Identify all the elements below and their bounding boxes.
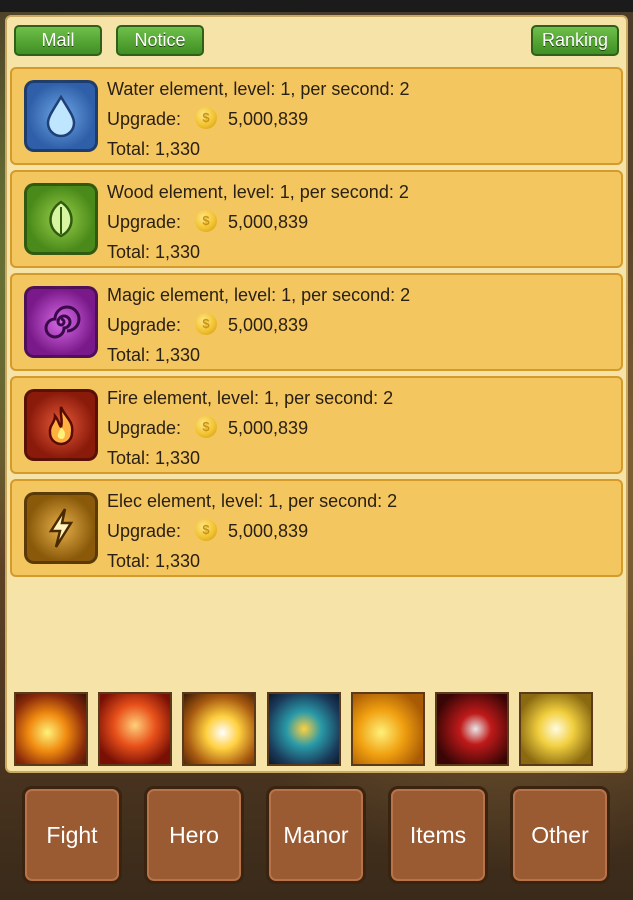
status-bar [0, 0, 633, 12]
ranking-button[interactable]: Ranking [531, 25, 619, 56]
upgrade-label: Upgrade: [107, 109, 182, 129]
phoenix-skill-icon[interactable] [98, 692, 172, 766]
fire-orb-skill-icon[interactable] [14, 692, 88, 766]
upgrade-label: Upgrade: [107, 521, 182, 541]
items-button[interactable]: Items [388, 786, 488, 884]
vortex-skill-icon[interactable] [351, 692, 425, 766]
element-card-fire[interactable]: Fire element, level: 1, per second: 2 Up… [10, 376, 623, 474]
hero-button[interactable]: Hero [144, 786, 244, 884]
coin-icon: $ [195, 210, 217, 232]
upgrade-cost[interactable]: 5,000,839 [228, 212, 308, 233]
coin-icon: $ [195, 107, 217, 129]
shield-cross-skill-icon[interactable] [267, 692, 341, 766]
flame-icon [24, 389, 98, 461]
holy-light-skill-icon[interactable] [519, 692, 593, 766]
upgrade-label: Upgrade: [107, 418, 182, 438]
element-total: Total: 1,330 [107, 139, 201, 159]
element-total: Total: 1,330 [107, 551, 201, 571]
element-card-magic[interactable]: Magic element, level: 1, per second: 2 U… [10, 273, 623, 371]
notice-button[interactable]: Notice [116, 25, 204, 56]
lightning-icon [24, 492, 98, 564]
leaf-icon [24, 183, 98, 255]
water-drop-icon [24, 80, 98, 152]
mail-button[interactable]: Mail [14, 25, 102, 56]
fight-button[interactable]: Fight [22, 786, 122, 884]
upgrade-cost[interactable]: 5,000,839 [228, 521, 308, 542]
upgrade-label: Upgrade: [107, 315, 182, 335]
upgrade-cost[interactable]: 5,000,839 [228, 109, 308, 130]
manor-button[interactable]: Manor [266, 786, 366, 884]
element-title: Wood element, level: 1, per second: 2 [107, 182, 409, 202]
blade-skill-icon[interactable] [435, 692, 509, 766]
element-total: Total: 1,330 [107, 242, 201, 262]
coin-icon: $ [195, 519, 217, 541]
element-total: Total: 1,330 [107, 448, 201, 468]
coin-icon: $ [195, 416, 217, 438]
element-total: Total: 1,330 [107, 345, 201, 365]
spiral-icon [24, 286, 98, 358]
whirlwind-skill-icon[interactable] [182, 692, 256, 766]
upgrade-label: Upgrade: [107, 212, 182, 232]
coin-icon: $ [195, 313, 217, 335]
element-title: Fire element, level: 1, per second: 2 [107, 388, 394, 408]
element-card-wood[interactable]: Wood element, level: 1, per second: 2 Up… [10, 170, 623, 268]
element-title: Water element, level: 1, per second: 2 [107, 79, 410, 99]
element-title: Elec element, level: 1, per second: 2 [107, 491, 398, 511]
element-card-water[interactable]: Water element, level: 1, per second: 2 U… [10, 67, 623, 165]
element-card-elec[interactable]: Elec element, level: 1, per second: 2 Up… [10, 479, 623, 577]
upgrade-cost[interactable]: 5,000,839 [228, 315, 308, 336]
upgrade-cost[interactable]: 5,000,839 [228, 418, 308, 439]
element-title: Magic element, level: 1, per second: 2 [107, 285, 411, 305]
other-button[interactable]: Other [510, 786, 610, 884]
